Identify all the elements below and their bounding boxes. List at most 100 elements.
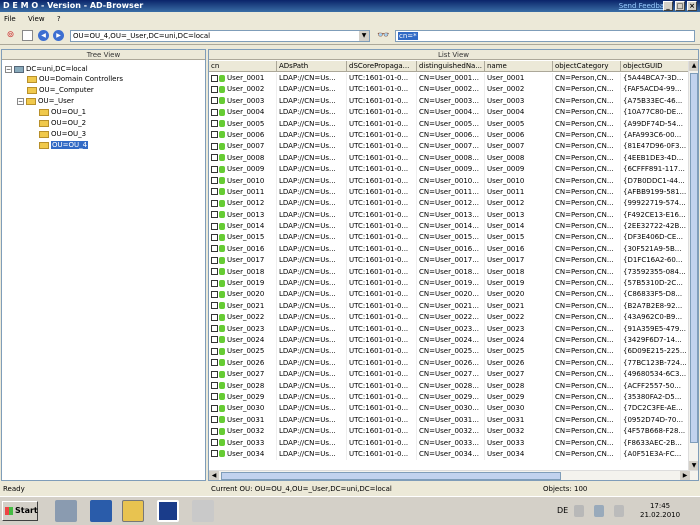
clock[interactable]: 17:45 21.02.2010 (640, 502, 680, 520)
table-row[interactable]: User_0001 LDAP://CN=Us... UTC:1601-01-0...… (209, 73, 689, 85)
row-checkbox[interactable] (211, 336, 218, 344)
row-checkbox[interactable] (211, 108, 218, 116)
table-row[interactable]: User_0004 LDAP://CN=Us... UTC:1601-01-0...… (209, 107, 689, 119)
horizontal-scrollbar[interactable]: ◀ ▶ (209, 470, 698, 480)
table-row[interactable]: User_0031 LDAP://CN=Us... UTC:1601-01-0...… (209, 414, 689, 427)
menu-help[interactable]: ? (57, 15, 61, 23)
table-row[interactable]: User_0020 LDAP://CN=Us... UTC:1601-01-0...… (209, 289, 689, 301)
row-checkbox[interactable] (211, 131, 218, 139)
row-checkbox[interactable] (211, 347, 218, 355)
row-checkbox[interactable] (211, 74, 218, 82)
row-checkbox[interactable] (211, 450, 218, 458)
table-row[interactable]: User_0015 LDAP://CN=Us... UTC:1601-01-0...… (209, 232, 689, 244)
back-icon[interactable]: ◀ (38, 30, 49, 41)
forward-icon[interactable]: ▶ (53, 30, 64, 41)
column-header-cn[interactable]: cn (209, 61, 277, 72)
table-row[interactable]: User_0028 LDAP://CN=Us... UTC:1601-01-0...… (209, 380, 689, 392)
tree-node-ou4[interactable]: OU=OU_4 (39, 140, 89, 150)
maximize-button[interactable]: □ (675, 1, 685, 11)
scroll-left-icon[interactable]: ◀ (209, 471, 219, 480)
collapse-icon[interactable]: − (5, 65, 12, 73)
table-row[interactable]: User_0027 LDAP://CN=Us... UTC:1601-01-0...… (209, 369, 689, 381)
language-indicator[interactable]: DE (557, 506, 568, 515)
table-row[interactable]: User_0025 LDAP://CN=Us... UTC:1601-01-0...… (209, 346, 689, 358)
table-row[interactable]: User_0011 LDAP://CN=Us... UTC:1601-01-0...… (209, 186, 689, 199)
speaker-icon[interactable] (614, 505, 624, 517)
ad-browser-task-icon[interactable] (157, 500, 179, 522)
column-header-adspath[interactable]: ADsPath (277, 61, 347, 72)
tree-node-domain-controllers[interactable]: OU=Domain Controllers (27, 74, 123, 84)
row-checkbox[interactable] (211, 279, 218, 287)
menu-view[interactable]: View (28, 15, 45, 23)
row-checkbox[interactable] (211, 416, 218, 424)
table-row[interactable]: User_0022 LDAP://CN=Us... UTC:1601-01-0...… (209, 312, 689, 324)
row-checkbox[interactable] (211, 427, 218, 435)
row-checkbox[interactable] (211, 290, 218, 298)
row-checkbox[interactable] (211, 313, 218, 321)
row-checkbox[interactable] (211, 211, 218, 219)
scroll-right-icon[interactable]: ▶ (680, 471, 690, 480)
tree-node-user[interactable]: − OU=_User (17, 96, 74, 106)
filter-icon[interactable]: ⊚ (5, 30, 16, 41)
monitor-icon[interactable] (594, 505, 604, 517)
column-header-distinguishedname[interactable]: distinguishedNa... (417, 61, 485, 72)
table-row[interactable]: User_0032 LDAP://CN=Us... UTC:1601-01-0...… (209, 426, 689, 438)
row-checkbox[interactable] (211, 382, 218, 390)
chevron-down-icon[interactable]: ▼ (359, 31, 369, 41)
start-button[interactable]: Start (2, 501, 38, 521)
table-row[interactable]: User_0024 LDAP://CN=Us... UTC:1601-01-0...… (209, 334, 689, 347)
row-checkbox[interactable] (211, 177, 218, 185)
row-checkbox[interactable] (211, 85, 218, 93)
table-row[interactable]: User_0034 LDAP://CN=Us... UTC:1601-01-0...… (209, 448, 689, 461)
table-row[interactable]: User_0021 LDAP://CN=Us... UTC:1601-01-0...… (209, 300, 689, 313)
row-checkbox[interactable] (211, 97, 218, 105)
table-row[interactable]: User_0003 LDAP://CN=Us... UTC:1601-01-0...… (209, 95, 689, 108)
network-icon[interactable] (55, 500, 77, 522)
scroll-up-icon[interactable]: ▲ (689, 61, 698, 71)
collapse-icon[interactable]: − (17, 97, 24, 105)
table-row[interactable]: User_0010 LDAP://CN=Us... UTC:1601-01-0...… (209, 175, 689, 187)
table-row[interactable]: User_0007 LDAP://CN=Us... UTC:1601-01-0...… (209, 141, 689, 153)
table-row[interactable]: User_0013 LDAP://CN=Us... UTC:1601-01-0...… (209, 209, 689, 222)
table-row[interactable]: User_0019 LDAP://CN=Us... UTC:1601-01-0...… (209, 278, 689, 290)
path-input[interactable]: OU=OU_4,OU=_User,DC=uni,DC=local ▼ (70, 30, 370, 42)
menu-file[interactable]: File (4, 15, 16, 23)
table-row[interactable]: User_0005 LDAP://CN=Us... UTC:1601-01-0...… (209, 118, 689, 130)
table-row[interactable]: User_0006 LDAP://CN=Us... UTC:1601-01-0...… (209, 129, 689, 142)
tree-node-ou3[interactable]: OU=OU_3 (39, 129, 86, 139)
explorer-icon[interactable] (122, 500, 144, 522)
binoculars-icon[interactable]: 👓 (377, 30, 389, 41)
row-checkbox[interactable] (211, 154, 218, 162)
row-checkbox[interactable] (211, 188, 218, 196)
row-checkbox[interactable] (211, 233, 218, 241)
table-row[interactable]: User_0026 LDAP://CN=Us... UTC:1601-01-0...… (209, 357, 689, 370)
row-checkbox[interactable] (211, 439, 218, 446)
table-row[interactable]: User_0018 LDAP://CN=Us... UTC:1601-01-0...… (209, 266, 689, 279)
column-header-name[interactable]: name (485, 61, 553, 72)
row-checkbox[interactable] (211, 256, 218, 264)
filter-input[interactable]: cn=* (395, 30, 695, 42)
hscroll-thumb[interactable] (221, 472, 561, 480)
table-row[interactable]: User_0030 LDAP://CN=Us... UTC:1601-01-0...… (209, 403, 689, 415)
row-checkbox[interactable] (211, 165, 218, 173)
column-header-dscorepropagation[interactable]: dSCorePropaga... (347, 61, 417, 72)
row-checkbox[interactable] (211, 120, 218, 128)
tree-node-computer[interactable]: OU=_Computer (27, 85, 94, 95)
row-checkbox[interactable] (211, 404, 218, 412)
flag-icon[interactable] (574, 505, 584, 517)
table-row[interactable]: User_0029 LDAP://CN=Us... UTC:1601-01-0...… (209, 391, 689, 404)
row-checkbox[interactable] (211, 142, 218, 150)
row-checkbox[interactable] (211, 370, 218, 378)
table-row[interactable]: User_0012 LDAP://CN=Us... UTC:1601-01-0...… (209, 198, 689, 210)
table-row[interactable]: User_0033 LDAP://CN=Us... UTC:1601-01-0...… (209, 437, 689, 449)
tree-node-domain[interactable]: − DC=uni,DC=local (5, 64, 88, 74)
column-header-objectcategory[interactable]: objectCategory (553, 61, 621, 72)
table-row[interactable]: User_0023 LDAP://CN=Us... UTC:1601-01-0...… (209, 323, 689, 335)
row-checkbox[interactable] (211, 325, 218, 333)
tree-node-ou1[interactable]: OU=OU_1 (39, 107, 86, 117)
close-button[interactable]: × (687, 1, 697, 11)
powershell-icon[interactable] (90, 500, 112, 522)
row-checkbox[interactable] (211, 199, 218, 207)
column-header-objectguid[interactable]: objectGUID (621, 61, 689, 72)
row-checkbox[interactable] (211, 222, 218, 230)
